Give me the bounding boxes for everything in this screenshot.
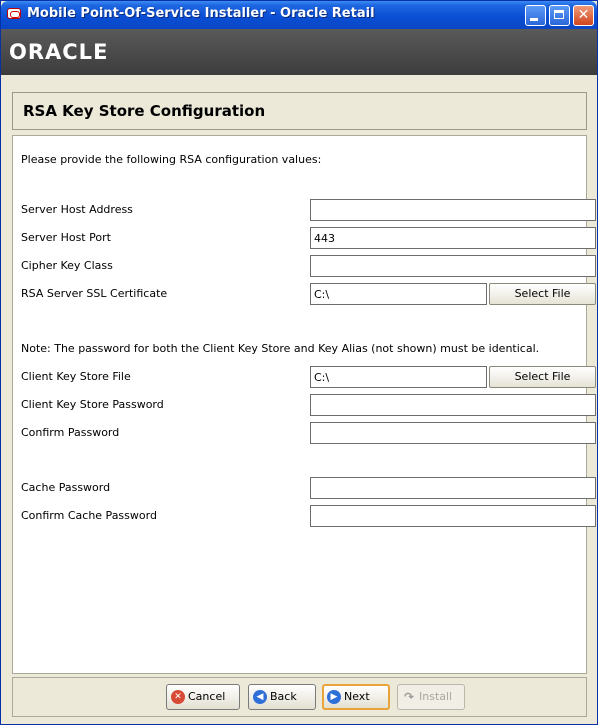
instructions-text: Please provide the following RSA configu…	[21, 153, 322, 166]
confirm-cache-password-input[interactable]	[310, 505, 596, 527]
client-key-store-password-label: Client Key Store Password	[21, 398, 164, 411]
cipher-key-class-input[interactable]	[310, 255, 596, 277]
minimize-icon	[530, 18, 538, 21]
cancel-button[interactable]: ✕ Cancel	[166, 684, 240, 710]
minimize-button[interactable]	[525, 5, 546, 26]
client-key-store-file-label: Client Key Store File	[21, 370, 131, 383]
cipher-key-class-label: Cipher Key Class	[21, 259, 113, 272]
cancel-icon: ✕	[171, 690, 185, 704]
client-key-store-file-input[interactable]	[310, 366, 487, 388]
back-button[interactable]: ◀ Back	[248, 684, 316, 710]
next-arrow-icon: ▶	[327, 690, 341, 704]
confirm-password-input[interactable]	[310, 422, 596, 444]
cache-password-label: Cache Password	[21, 481, 111, 494]
close-button[interactable]: ✕	[573, 5, 594, 26]
oracle-app-icon	[7, 8, 21, 19]
server-host-address-input[interactable]	[310, 199, 596, 221]
window-title: Mobile Point-Of-Service Installer - Orac…	[27, 6, 375, 21]
server-host-address-label: Server Host Address	[21, 203, 133, 216]
installer-window: Mobile Point-Of-Service Installer - Orac…	[0, 0, 598, 725]
cancel-button-label: Cancel	[188, 690, 226, 703]
server-host-port-input[interactable]	[310, 227, 596, 249]
page-title: RSA Key Store Configuration	[23, 102, 266, 120]
confirm-cache-password-label: Confirm Cache Password	[21, 509, 157, 522]
oracle-logo: ORACLE	[9, 40, 109, 64]
client-key-store-password-input[interactable]	[310, 394, 596, 416]
install-arrow-icon: ↷	[403, 690, 415, 704]
next-button[interactable]: ▶ Next	[322, 684, 390, 710]
back-arrow-icon: ◀	[253, 690, 267, 704]
server-host-port-label: Server Host Port	[21, 231, 111, 244]
confirm-password-label: Confirm Password	[21, 426, 120, 439]
password-note-text: Note: The password for both the Client K…	[21, 342, 540, 355]
brand-banner: ORACLE	[1, 29, 597, 75]
next-button-label: Next	[344, 690, 370, 703]
install-button-label: Install	[419, 690, 453, 703]
maximize-button[interactable]	[549, 5, 570, 26]
client-key-store-select-file-button[interactable]: Select File	[489, 366, 596, 388]
install-button[interactable]: ↷ Install	[397, 684, 465, 710]
maximize-icon	[554, 10, 564, 19]
title-bar[interactable]: Mobile Point-Of-Service Installer - Orac…	[1, 1, 597, 29]
close-icon: ✕	[577, 7, 590, 23]
rsa-server-ssl-certificate-input[interactable]	[310, 283, 487, 305]
rsa-server-ssl-certificate-label: RSA Server SSL Certificate	[21, 287, 168, 300]
rsa-certificate-select-file-button[interactable]: Select File	[489, 283, 596, 305]
cache-password-input[interactable]	[310, 477, 596, 499]
back-button-label: Back	[270, 690, 297, 703]
